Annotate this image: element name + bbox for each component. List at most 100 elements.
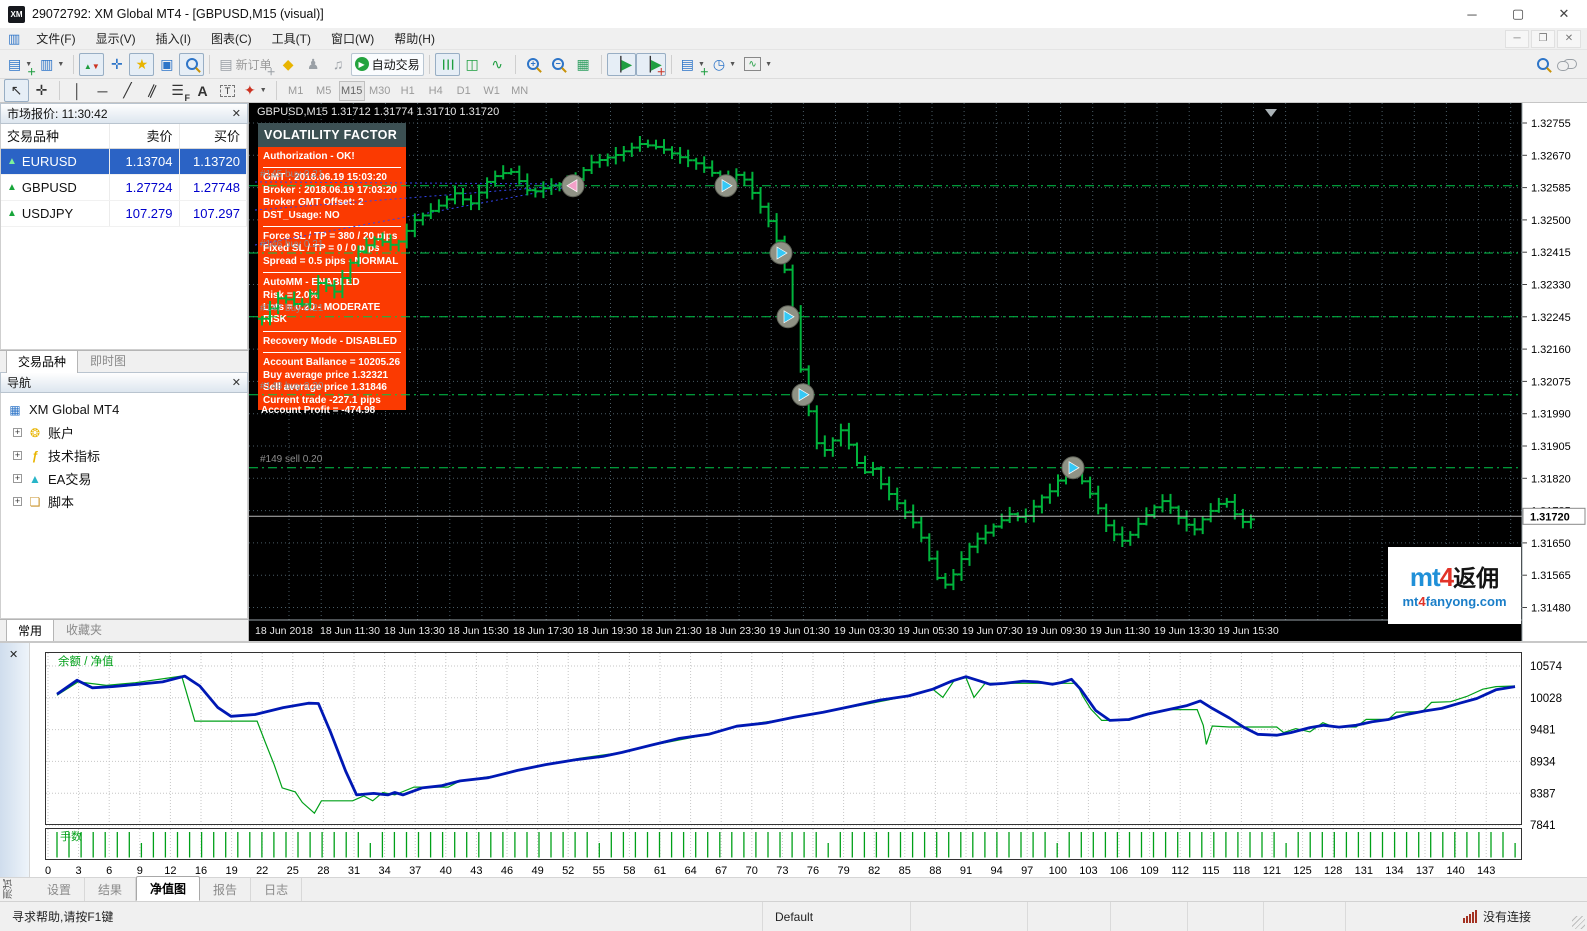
step-forward-button[interactable]: ▕▶: [607, 53, 637, 76]
crosshair-icon: ✛: [36, 82, 48, 99]
zoom-out-button[interactable]: −: [546, 53, 571, 76]
table-row-gbpusd[interactable]: ▲GBPUSD 1.27724 1.27748: [1, 174, 247, 200]
timeframe-m1[interactable]: M1: [283, 81, 309, 101]
tab-favorites[interactable]: 收藏夹: [54, 618, 114, 641]
terminal-button[interactable]: ▣: [154, 53, 179, 76]
table-row-usdjpy[interactable]: ▲USDJPY 107.279 107.297: [1, 200, 247, 226]
label-icon: T: [220, 85, 235, 97]
tree-item-scripts[interactable]: + ❏ 脚本: [3, 490, 245, 513]
tab-report[interactable]: 报告: [200, 878, 251, 901]
profiles-button[interactable]: ▥▼: [36, 53, 68, 76]
column-bid[interactable]: 卖价: [109, 124, 179, 148]
maximize-button[interactable]: ▢: [1495, 0, 1541, 28]
tab-results[interactable]: 结果: [85, 878, 136, 901]
news-button[interactable]: ♫: [326, 53, 351, 76]
tester-close-icon[interactable]: ✕: [9, 648, 18, 661]
table-row-eurusd[interactable]: ▲EURUSD 1.13704 1.13720: [1, 148, 247, 174]
timeframe-m5[interactable]: M5: [311, 81, 337, 101]
vertical-line-button[interactable]: │: [65, 79, 90, 102]
templates-button[interactable]: ▤＋▼: [677, 53, 709, 76]
price-chart-area[interactable]: 1.327551.326701.325851.325001.324151.323…: [249, 103, 1587, 641]
timeframe-mn[interactable]: MN: [507, 81, 533, 101]
arrows-tool-button[interactable]: ✦▼: [240, 79, 271, 102]
cursor-tool-button[interactable]: ↖: [4, 79, 29, 102]
svg-text:61: 61: [654, 865, 666, 877]
tab-tick-chart[interactable]: 即时图: [78, 349, 138, 372]
tree-item-expert-advisors[interactable]: + ▲ EA交易: [3, 467, 245, 490]
menu-help[interactable]: 帮助(H): [384, 28, 445, 49]
menu-window[interactable]: 窗口(W): [321, 28, 384, 49]
horizontal-line-button[interactable]: ─: [90, 79, 115, 102]
market-watch-close-icon[interactable]: ✕: [232, 107, 241, 120]
timeframe-m15[interactable]: M15: [339, 81, 365, 101]
new-order-button[interactable]: ▤＋新订单: [215, 53, 275, 76]
tester-side-label[interactable]: 测试: [2, 879, 17, 899]
tab-graph[interactable]: 净值图: [136, 876, 200, 901]
periods-button[interactable]: ◷▼: [709, 53, 740, 76]
crosshair-tool-button[interactable]: ✛: [29, 79, 54, 102]
column-symbol[interactable]: 交易品种: [1, 124, 109, 148]
svg-text:19 Jun 13:30: 19 Jun 13:30: [1154, 625, 1215, 637]
status-profile[interactable]: Default: [763, 902, 911, 931]
strategy-tester-button[interactable]: [179, 53, 204, 76]
ea-status-line: DST_Usage: NO: [263, 210, 406, 222]
trendline-button[interactable]: ╱: [115, 79, 140, 102]
tree-item-accounts[interactable]: + ❂ 账户: [3, 421, 245, 444]
text-label-button[interactable]: T: [215, 79, 240, 102]
connection-status[interactable]: 没有连接: [1463, 908, 1587, 925]
svg-text:1.31820: 1.31820: [1531, 473, 1571, 485]
autotrading-button[interactable]: ▶自动交易: [351, 53, 424, 76]
tab-journal[interactable]: 日志: [251, 878, 302, 901]
menu-view[interactable]: 显示(V): [86, 28, 146, 49]
tab-symbols[interactable]: 交易品种: [6, 350, 78, 373]
timeframe-w1[interactable]: W1: [479, 81, 505, 101]
line-chart-button[interactable]: ∿: [485, 53, 510, 76]
child-minimize-button[interactable]: ─: [1505, 30, 1529, 48]
resize-grip[interactable]: [1572, 916, 1585, 929]
menu-charts[interactable]: 图表(C): [201, 28, 262, 49]
chat-bubbles-icon[interactable]: [1563, 59, 1577, 69]
timeframe-h1[interactable]: H1: [395, 81, 421, 101]
timeframe-m30[interactable]: M30: [367, 81, 393, 101]
svg-text:25: 25: [287, 865, 299, 877]
autotrading-play-icon: ▶: [355, 57, 369, 71]
expand-icon[interactable]: +: [13, 451, 22, 460]
tree-root-account[interactable]: ▦ XM Global MT4: [3, 398, 245, 421]
timeframe-h4[interactable]: H4: [423, 81, 449, 101]
candlestick-chart-button[interactable]: ◫: [460, 53, 485, 76]
svg-text:97: 97: [1021, 865, 1033, 877]
navigator-toggle-button[interactable]: ★: [129, 53, 154, 76]
data-window-button[interactable]: ✛: [104, 53, 129, 76]
navigator-close-icon[interactable]: ✕: [232, 376, 241, 389]
menu-tools[interactable]: 工具(T): [262, 28, 321, 49]
svg-text:1.31565: 1.31565: [1531, 570, 1571, 582]
tab-settings[interactable]: 设置: [34, 878, 85, 901]
svg-text:137: 137: [1416, 865, 1434, 877]
expand-icon[interactable]: +: [13, 474, 22, 483]
child-close-button[interactable]: ✕: [1557, 30, 1581, 48]
menu-file[interactable]: 文件(F): [26, 28, 85, 49]
column-ask[interactable]: 买价: [179, 124, 247, 148]
tile-windows-button[interactable]: ▦: [571, 53, 596, 76]
timeframe-d1[interactable]: D1: [451, 81, 477, 101]
child-restore-button[interactable]: ❐: [1531, 30, 1555, 48]
indicators-button[interactable]: ∿▼: [740, 53, 776, 76]
text-tool-button[interactable]: A: [190, 79, 215, 102]
metaeditor-button[interactable]: ◆: [276, 53, 301, 76]
zoom-in-button[interactable]: +: [521, 53, 546, 76]
tree-item-indicators[interactable]: + ƒ 技术指标: [3, 444, 245, 467]
experts-button[interactable]: ♟: [301, 53, 326, 76]
tab-common[interactable]: 常用: [6, 619, 54, 642]
expand-icon[interactable]: +: [13, 428, 22, 437]
expand-icon[interactable]: +: [13, 497, 22, 506]
menu-insert[interactable]: 插入(I): [146, 28, 201, 49]
minimize-button[interactable]: ─: [1449, 0, 1495, 28]
new-chart-button[interactable]: ▤＋▼: [4, 53, 36, 76]
step-to-end-button[interactable]: ▕▶＋: [636, 53, 666, 76]
bar-chart-button[interactable]: ☰: [435, 53, 460, 76]
search-icon[interactable]: [1537, 58, 1549, 70]
close-button[interactable]: ✕: [1541, 0, 1587, 28]
channel-button[interactable]: ∥: [140, 79, 165, 102]
market-watch-toggle-button[interactable]: ▲▼: [79, 53, 104, 76]
fibonacci-button[interactable]: ☰F: [165, 79, 190, 102]
